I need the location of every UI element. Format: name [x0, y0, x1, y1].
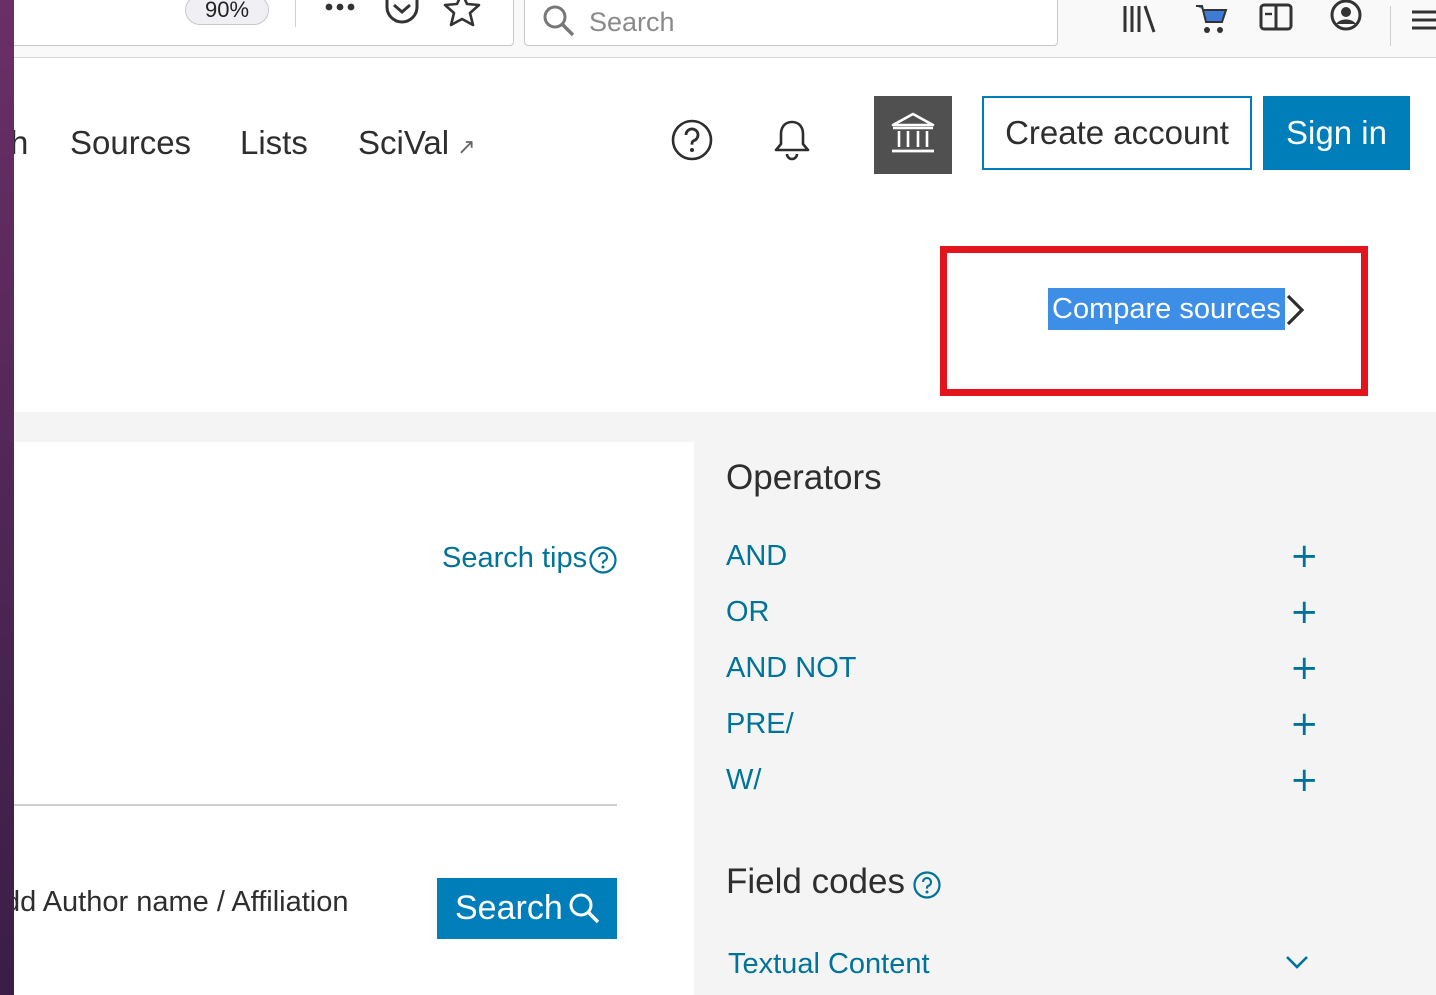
browser-window: 90% Search h Sources Lists SciVal ↗ Crea… — [14, 0, 1436, 995]
compare-sources-link[interactable]: Compare sources — [1048, 288, 1285, 330]
sign-in-button[interactable]: Sign in — [1263, 96, 1410, 170]
nav-item-scival-label: SciVal — [358, 124, 450, 161]
operators-heading: Operators — [726, 458, 882, 497]
operator-row-pre[interactable]: PRE/ + — [726, 704, 1326, 748]
chevron-right-icon[interactable] — [1284, 292, 1306, 328]
operator-row-and[interactable]: AND + — [726, 536, 1326, 580]
search-divider — [14, 804, 617, 806]
url-bar-separator — [295, 0, 296, 27]
bookmark-star-icon[interactable] — [443, 0, 481, 33]
textual-content-toggle[interactable]: Textual Content — [728, 948, 930, 981]
nav-item-lists[interactable]: Lists — [240, 124, 308, 162]
shopping-cart-icon[interactable] — [1192, 0, 1228, 42]
search-tips-help-icon[interactable] — [588, 545, 618, 575]
operator-label[interactable]: AND NOT — [726, 652, 857, 685]
search-icon — [543, 5, 575, 37]
zoom-level-badge[interactable]: 90% — [185, 0, 269, 25]
search-button-label: Search — [455, 889, 563, 927]
reader-view-icon[interactable] — [1258, 2, 1294, 40]
operator-label[interactable]: W/ — [726, 764, 761, 797]
browser-search-bar[interactable] — [524, 0, 1058, 46]
browser-search-input[interactable] — [589, 5, 989, 39]
institution-icon — [891, 112, 935, 152]
toolbar-separator — [1390, 6, 1391, 46]
add-author-affiliation-link[interactable]: dd Author name / Affiliation — [14, 886, 348, 919]
nav-item-search[interactable]: h — [14, 124, 28, 162]
browser-toolbar: 90% — [14, 0, 1436, 58]
account-icon[interactable] — [1328, 0, 1364, 40]
add-operator-icon[interactable]: + — [1290, 592, 1319, 632]
chevron-down-icon[interactable] — [1284, 952, 1310, 972]
library-icon[interactable] — [1120, 4, 1160, 40]
desktop-background-left — [0, 0, 14, 995]
add-operator-icon[interactable]: + — [1290, 760, 1319, 800]
page-actions-icon[interactable] — [321, 0, 359, 31]
operator-row-w[interactable]: W/ + — [726, 760, 1326, 804]
operator-row-or[interactable]: OR + — [726, 592, 1326, 636]
url-bar[interactable]: 90% — [14, 0, 514, 46]
nav-item-scival[interactable]: SciVal ↗ — [358, 124, 476, 162]
search-icon — [569, 893, 600, 924]
help-icon[interactable] — [670, 118, 714, 162]
add-operator-icon[interactable]: + — [1290, 536, 1319, 576]
notification-bell-icon[interactable] — [770, 118, 814, 162]
nav-item-sources[interactable]: Sources — [70, 124, 191, 162]
operator-label[interactable]: OR — [726, 596, 770, 629]
menu-icon[interactable] — [1410, 4, 1436, 40]
external-link-icon: ↗ — [457, 134, 476, 159]
field-codes-heading: Field codes — [726, 862, 905, 901]
search-tips-link[interactable]: Search tips — [442, 542, 587, 575]
institution-button[interactable] — [874, 96, 952, 174]
add-operator-icon[interactable]: + — [1290, 648, 1319, 688]
operator-label[interactable]: PRE/ — [726, 708, 794, 741]
field-codes-help-icon[interactable] — [912, 870, 942, 900]
pocket-icon[interactable] — [383, 0, 421, 33]
create-account-button[interactable]: Create account — [982, 96, 1252, 170]
operator-row-and-not[interactable]: AND NOT + — [726, 648, 1326, 692]
add-operator-icon[interactable]: + — [1290, 704, 1319, 744]
operator-label[interactable]: AND — [726, 540, 787, 573]
search-button[interactable]: Search — [437, 878, 617, 939]
